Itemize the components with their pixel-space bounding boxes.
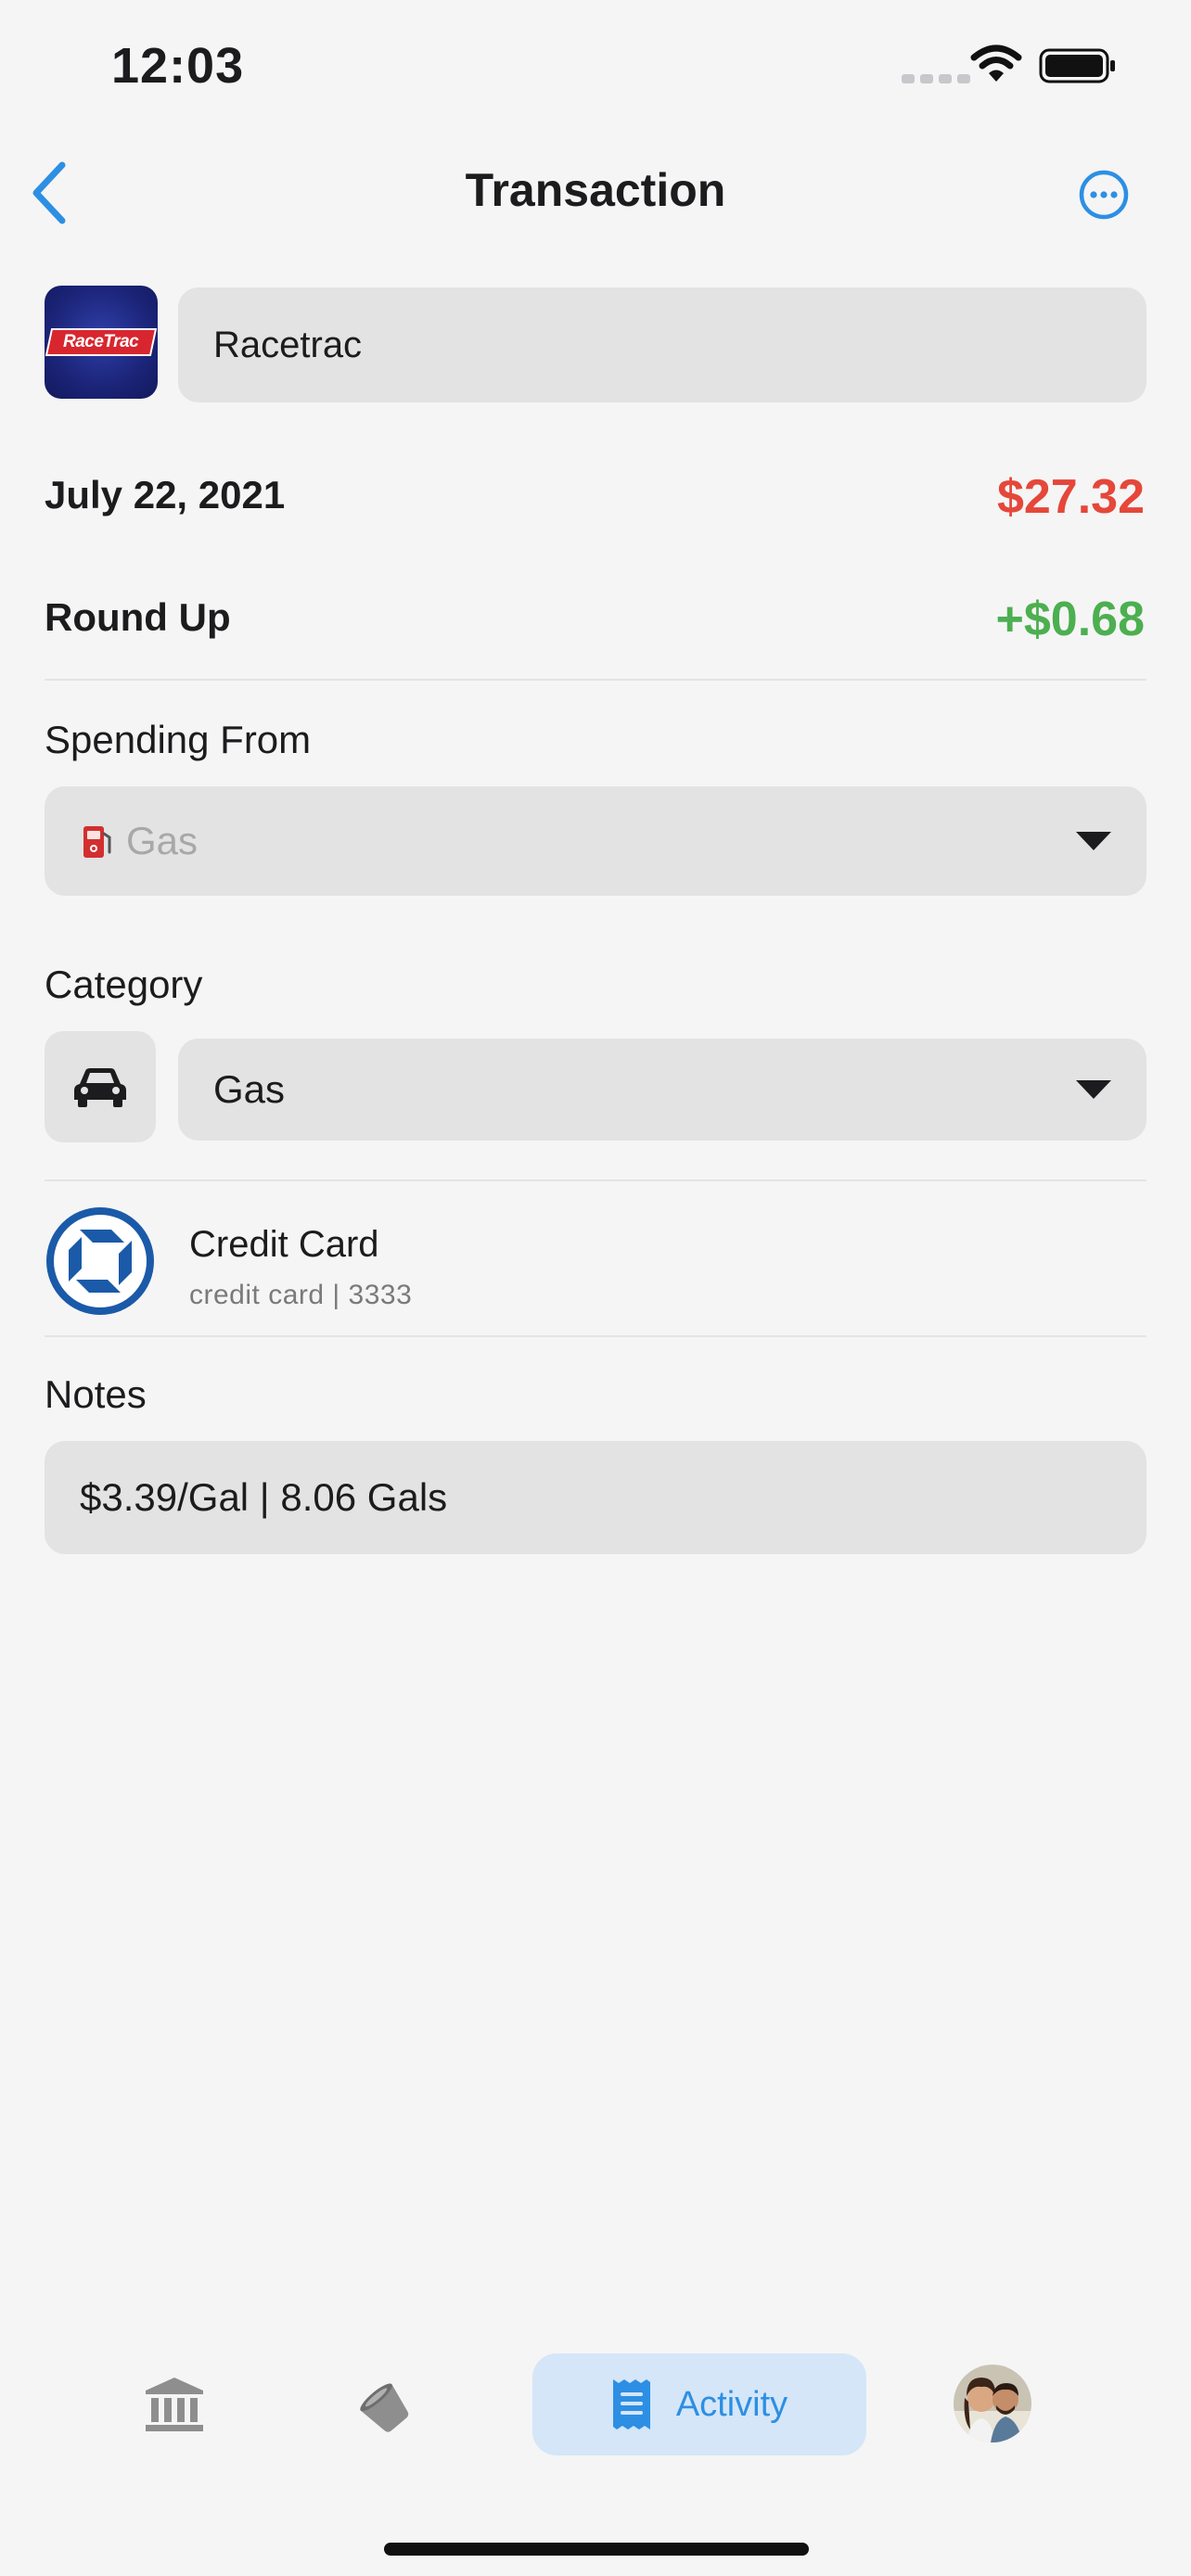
- tab-activity-label: Activity: [675, 2384, 788, 2424]
- transaction-date: July 22, 2021: [45, 473, 286, 516]
- spending-from-select[interactable]: Gas: [45, 786, 1146, 896]
- tab-accounts[interactable]: [130, 2353, 219, 2455]
- account-name: Credit Card: [189, 1224, 379, 1265]
- wifi-icon: [970, 45, 1022, 88]
- round-up-label: Round Up: [45, 595, 231, 639]
- car-icon: [74, 1068, 126, 1107]
- spending-from-label: Spending From: [45, 718, 312, 761]
- battery-icon: [1039, 48, 1117, 88]
- fuel-pump-icon: [83, 826, 111, 858]
- category-value: Gas: [213, 1067, 286, 1111]
- account-detail: credit card | 3333: [189, 1280, 413, 1310]
- divider: [45, 679, 1146, 681]
- divider: [45, 1180, 1146, 1181]
- spending-from-value: Gas: [126, 819, 198, 862]
- bank-icon: [146, 2378, 203, 2431]
- merchant-logo: RaceTrac: [45, 286, 158, 399]
- budget-bucket-icon: [360, 2383, 409, 2432]
- tab-profile[interactable]: [954, 2365, 1031, 2442]
- divider: [45, 1335, 1146, 1337]
- round-up-amount: +$0.68: [995, 593, 1146, 646]
- transaction-amount: $27.32: [996, 470, 1145, 524]
- category-label: Category: [45, 963, 203, 1006]
- merchant-name-field[interactable]: Racetrac: [178, 287, 1146, 402]
- category-icon-button[interactable]: [45, 1031, 156, 1142]
- merchant-logo-text: RaceTrac: [63, 332, 139, 351]
- tab-budgets[interactable]: [338, 2353, 427, 2455]
- notes-label: Notes: [45, 1372, 147, 1416]
- ellipsis-circle-icon: [1079, 170, 1129, 220]
- bank-logo-icon: [45, 1205, 156, 1317]
- chevron-down-icon: [1076, 832, 1111, 850]
- tab-activity[interactable]: Activity: [532, 2353, 866, 2455]
- receipt-icon: [612, 2379, 650, 2429]
- chevron-down-icon: [1076, 1080, 1111, 1099]
- notes-field[interactable]: $3.39/Gal | 8.06 Gals: [45, 1441, 1146, 1554]
- cellular-signal-icon: [902, 74, 970, 83]
- page-title: Transaction: [465, 164, 726, 216]
- category-select[interactable]: Gas: [178, 1039, 1146, 1141]
- home-indicator: [384, 2543, 809, 2556]
- status-time: 12:03: [111, 38, 245, 94]
- profile-avatar: [954, 2365, 1031, 2442]
- more-options-button[interactable]: [1076, 167, 1132, 223]
